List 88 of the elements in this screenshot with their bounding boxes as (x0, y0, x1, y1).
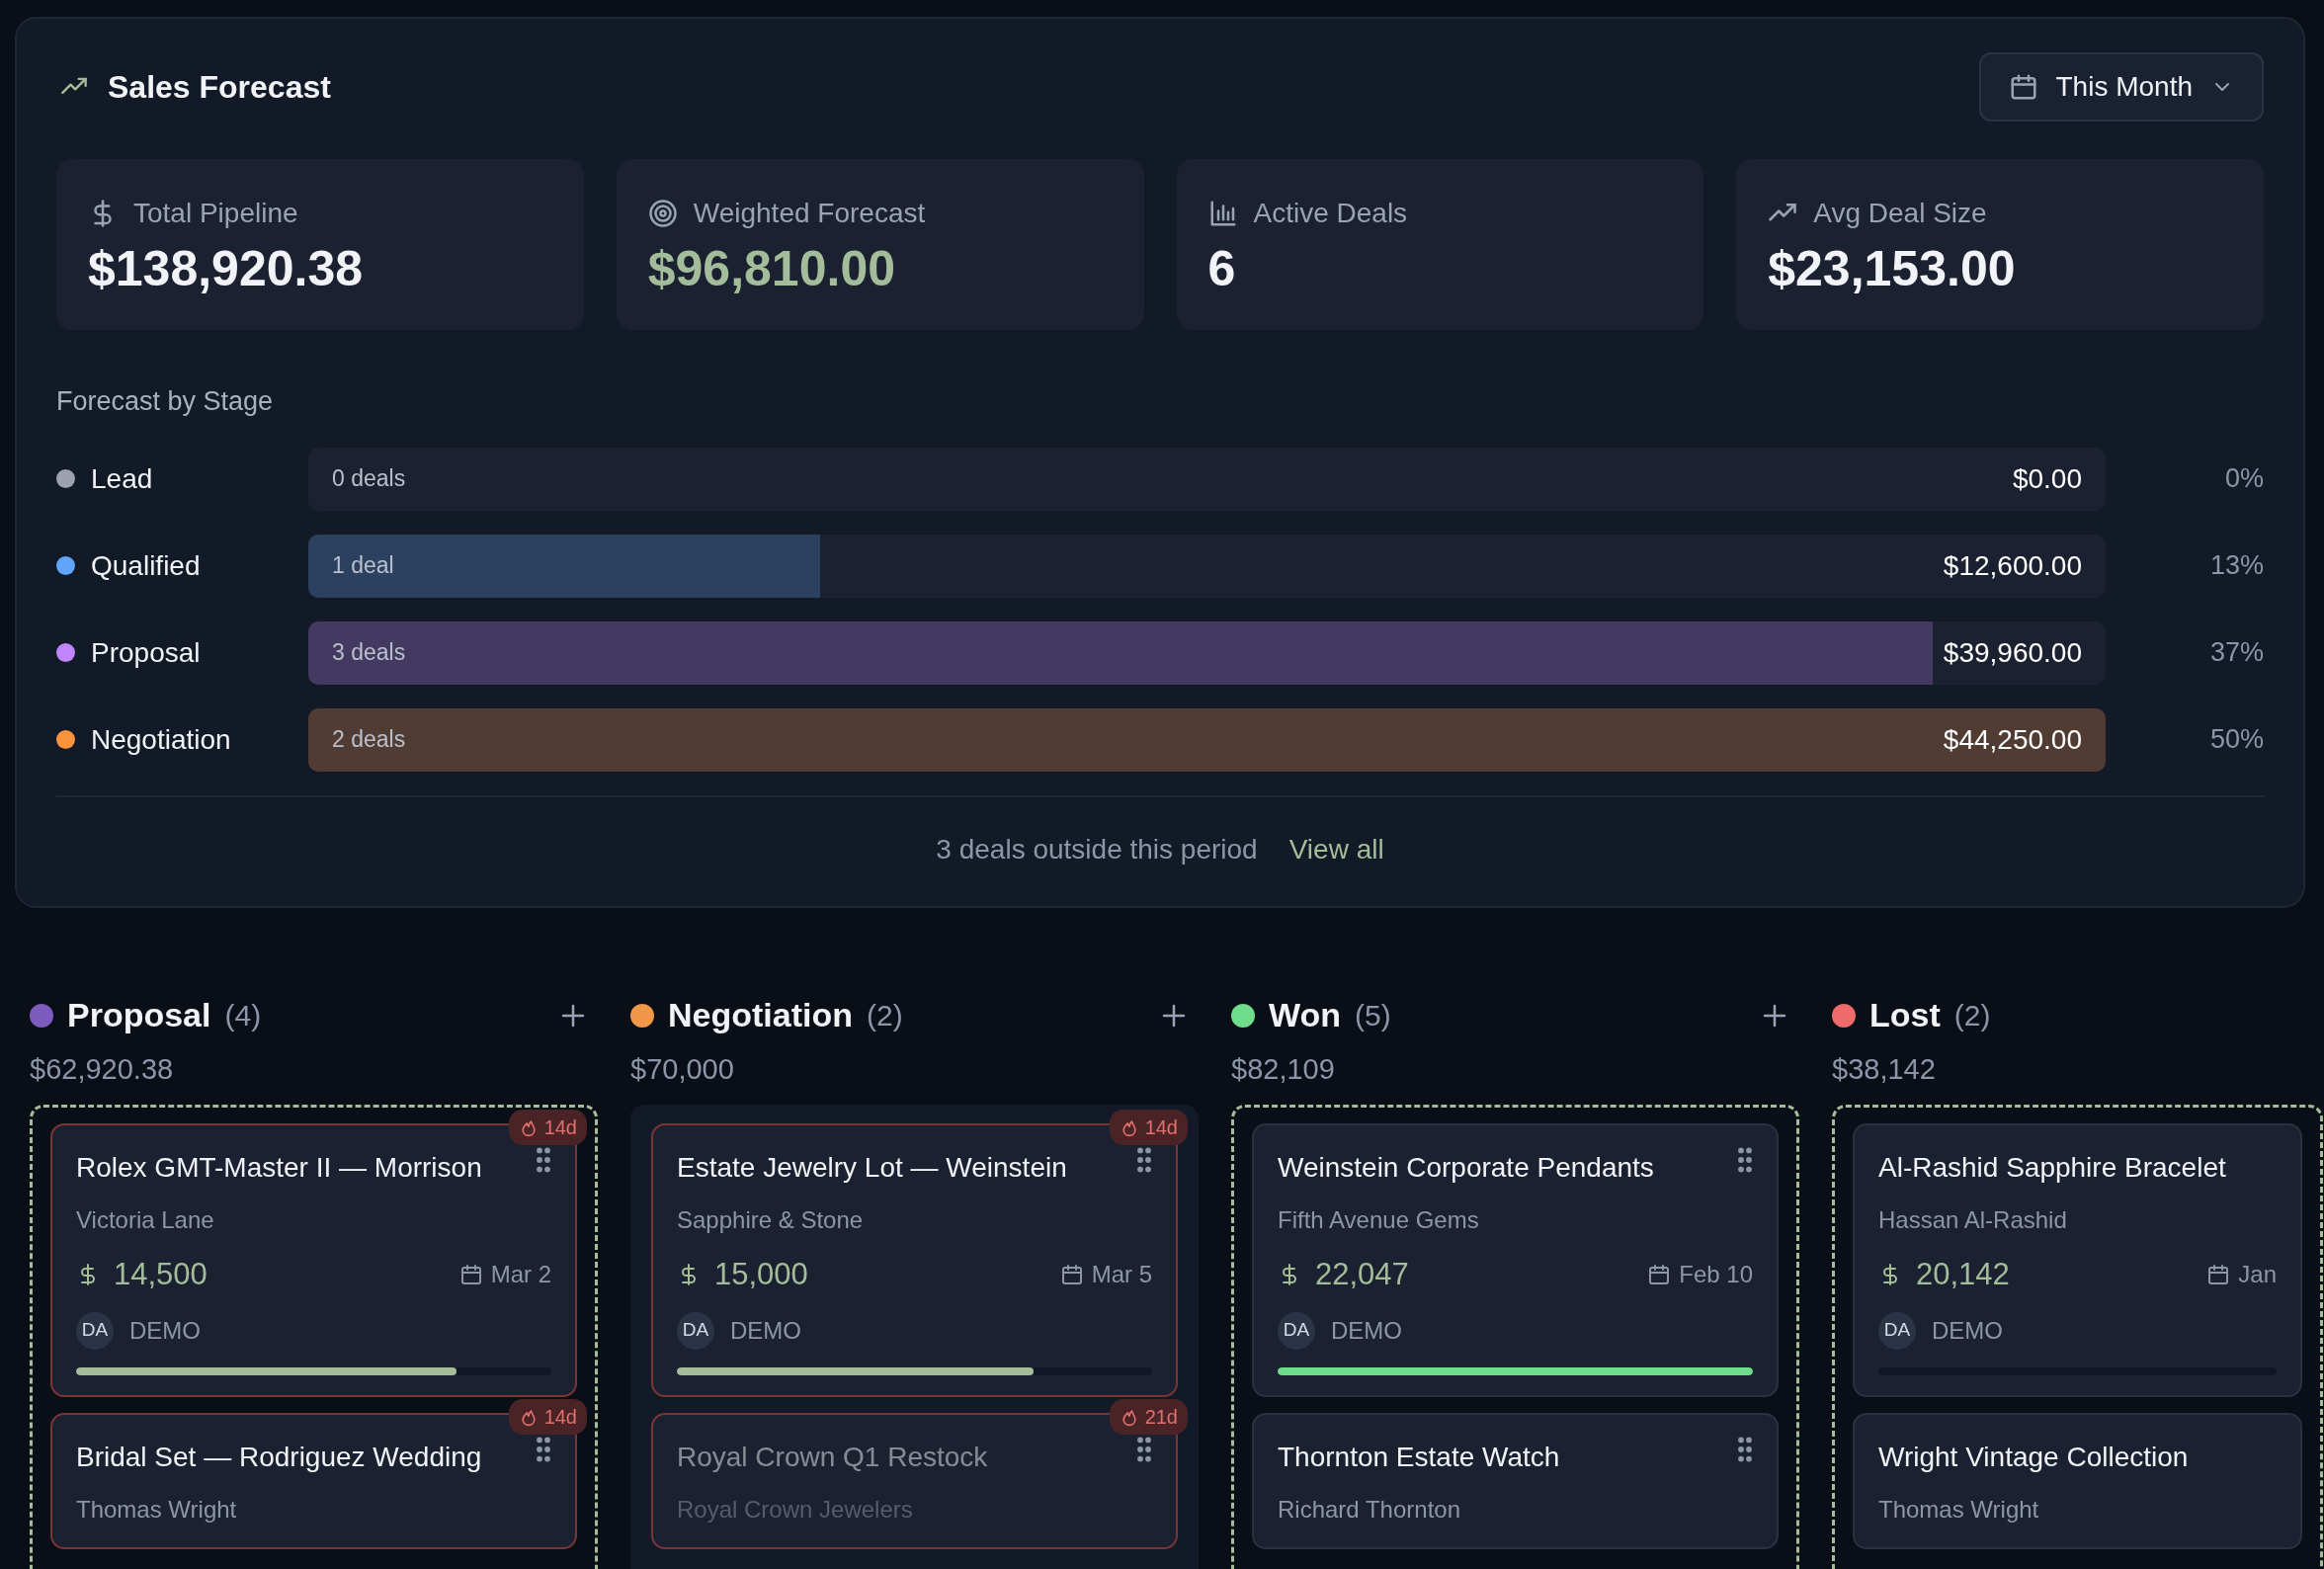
stage-name: Qualified (91, 548, 201, 583)
close-date: Feb 10 (1679, 1260, 1753, 1290)
owner-name: DEMO (1932, 1315, 2003, 1346)
view-all-link[interactable]: View all (1288, 828, 1384, 870)
column-total: $82,109 (1231, 1051, 1336, 1087)
column-total: $70,000 (630, 1051, 735, 1087)
deal-title: Wright Vintage Collection (1878, 1440, 2189, 1474)
footer-text: 3 deals outside this period (936, 832, 1258, 867)
close-date: Mar 2 (490, 1260, 551, 1290)
deal-count: 0 deals (332, 464, 406, 494)
drag-handle-icon (1136, 1436, 1152, 1462)
column-title: Proposal (67, 995, 211, 1035)
drag-handle-icon (1737, 1147, 1753, 1173)
column-total: $62,920.38 (30, 1051, 175, 1087)
column-total: $38,142 (1832, 1051, 1937, 1087)
drag-handle-icon (1136, 1147, 1152, 1173)
column-count: (2) (867, 998, 903, 1033)
client-name: Fifth Avenue Gems (1278, 1205, 1480, 1235)
section-title: Forecast by Stage (56, 385, 275, 418)
deal-title: Bridal Set — Rodriguez Wedding (76, 1440, 482, 1474)
deal-title: Al-Rashid Sapphire Bracelet (1878, 1151, 2226, 1185)
column-count: (4) (224, 998, 262, 1033)
calendar-icon (2206, 1263, 2231, 1287)
deal-amount: 20,142 (1916, 1256, 2010, 1293)
drag-handle-icon (536, 1147, 551, 1173)
deal-amount: 22,047 (1315, 1256, 1409, 1293)
avatar: DA (76, 1311, 114, 1350)
owner-name: DEMO (129, 1315, 201, 1346)
stage-amount: $12,600.00 (1943, 548, 2082, 583)
deal-count: 2 deals (332, 725, 406, 755)
client-name: Thomas Wright (1878, 1494, 2040, 1525)
column-count: (2) (1953, 998, 1991, 1033)
avatar: DA (1878, 1311, 1916, 1350)
stat-label: Active Deals (1253, 197, 1408, 230)
deal-title: Royal Crown Q1 Restock (677, 1440, 988, 1474)
client-name: Royal Crown Jewelers (677, 1494, 914, 1525)
client-name: Sapphire & Stone (677, 1205, 865, 1235)
column-title: Lost (1869, 995, 1941, 1035)
stage-amount: $39,960.00 (1943, 635, 2082, 670)
deal-card[interactable]: Weinstein Corporate Pendants Fifth Avenue Gems 22,047 Feb 10 DA DEMO (1252, 1123, 1779, 1397)
stat-label: Weighted Forecast (693, 197, 926, 230)
stage-name: Lead (91, 461, 153, 496)
stat-value: $23,153.00 (1768, 242, 2017, 296)
stat-value: $138,920.38 (88, 242, 365, 296)
client-name: Richard Thornton (1278, 1494, 1461, 1525)
stage-name: Proposal (91, 635, 201, 670)
deal-amount: 15,000 (714, 1256, 808, 1293)
deal-title: Thornton Estate Watch (1278, 1440, 1560, 1474)
stat-value: $96,810.00 (647, 242, 896, 296)
deal-card[interactable]: Al-Rashid Sapphire Bracelet Hassan Al-Rashid 20,142 Jan DA DEMO (1853, 1123, 2302, 1397)
stage-percent: 37% (2208, 636, 2264, 670)
period-dropdown[interactable]: This Month (1978, 52, 2264, 122)
close-date: Mar 5 (1091, 1260, 1152, 1290)
deal-card[interactable]: Thornton Estate Watch Richard Thornton (1252, 1412, 1779, 1549)
stat-label: Total Pipeline (133, 197, 298, 230)
avatar: DA (677, 1311, 714, 1350)
deal-amount: 14,500 (114, 1256, 208, 1293)
stage-percent: 50% (2208, 723, 2264, 757)
panel-title: Sales Forecast (108, 68, 331, 107)
owner-name: DEMO (730, 1315, 801, 1346)
client-name: Thomas Wright (76, 1494, 238, 1525)
deal-card[interactable]: Wright Vintage Collection Thomas Wright (1853, 1412, 2302, 1549)
column-title: Won (1269, 995, 1341, 1035)
stage-percent: 0% (2223, 462, 2264, 496)
stat-label: Avg Deal Size (1813, 197, 1987, 230)
stage-name: Negotiation (91, 722, 231, 757)
calendar-icon (1059, 1263, 1084, 1287)
drag-handle-icon (536, 1436, 551, 1462)
client-name: Hassan Al-Rashid (1878, 1205, 2068, 1235)
column-count: (5) (1355, 998, 1391, 1033)
client-name: Victoria Lane (76, 1205, 215, 1235)
column-title: Negotiation (668, 995, 853, 1035)
close-date: Jan (2238, 1260, 2277, 1290)
deal-count: 3 deals (332, 638, 406, 668)
calendar-icon (458, 1263, 483, 1287)
target-icon (647, 199, 678, 228)
calendar-icon (1647, 1263, 1672, 1287)
stage-amount: $44,250.00 (1943, 722, 2082, 757)
stage-percent: 13% (2208, 549, 2264, 583)
stat-value: 6 (1207, 242, 1237, 296)
avatar: DA (1278, 1311, 1315, 1350)
stage-amount: $0.00 (2012, 461, 2082, 496)
drag-handle-icon (1737, 1436, 1753, 1462)
deal-count: 1 deal (332, 551, 394, 581)
deal-title: Weinstein Corporate Pendants (1278, 1151, 1654, 1185)
deal-title: Rolex GMT-Master II — Morrison (76, 1151, 482, 1185)
owner-name: DEMO (1331, 1315, 1402, 1346)
deal-title: Estate Jewelry Lot — Weinstein (677, 1151, 1067, 1185)
